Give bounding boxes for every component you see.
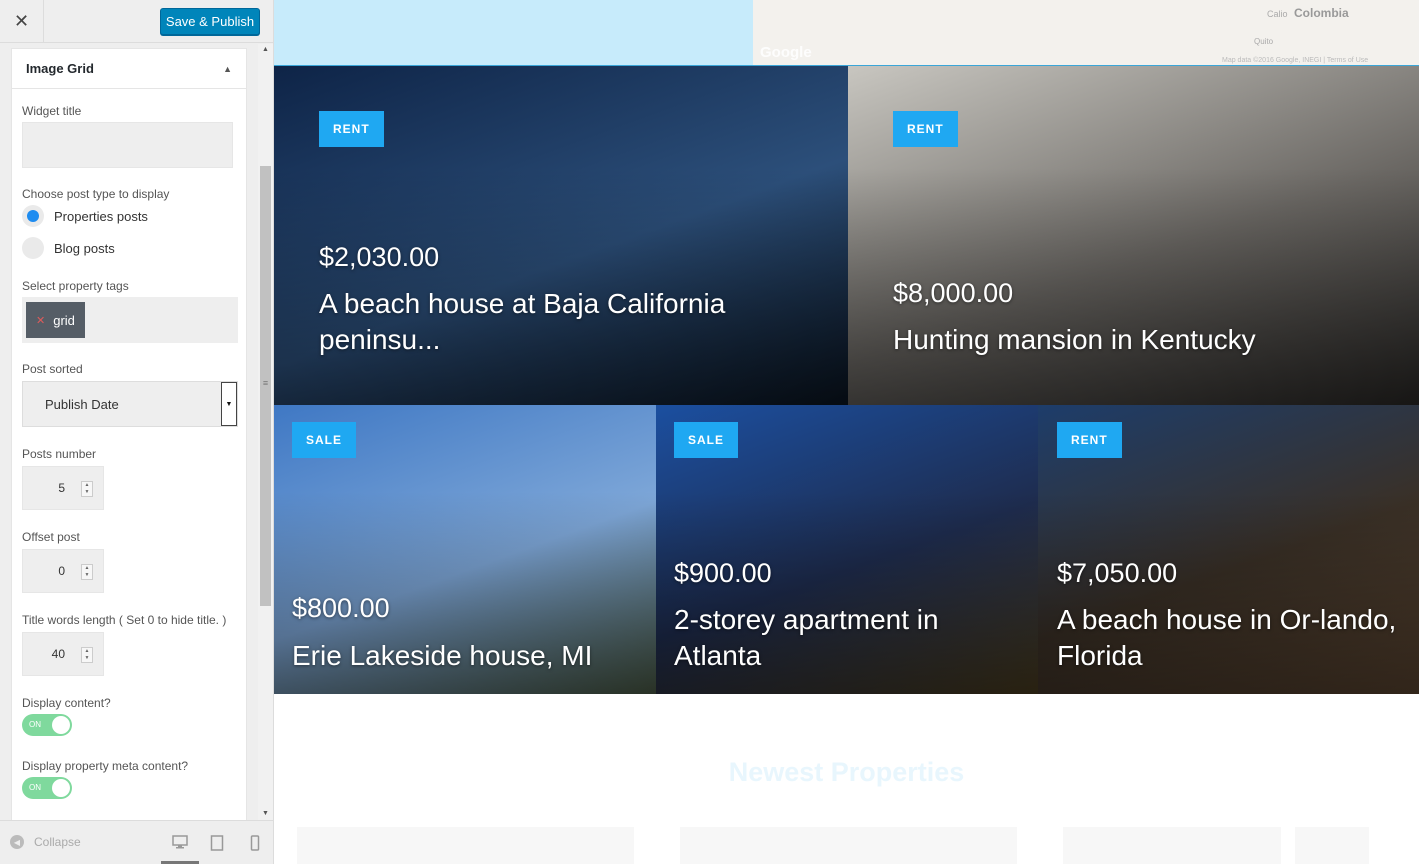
spinner-icon[interactable]: ▲ ▼ [81,481,93,497]
title-words-stepper[interactable]: 40 ▲ ▼ [22,632,104,676]
tablet-preview-icon[interactable] [208,835,226,851]
display-content-label: Display content? [22,696,111,710]
radio-label: Properties posts [54,208,148,224]
status-badge: RENT [1057,422,1122,458]
radio-unselected-icon[interactable] [22,237,44,259]
property-price: $8,000.00 [893,278,1014,308]
property-price: $800.00 [292,593,390,623]
offset-post-label: Offset post [22,530,80,544]
property-title[interactable]: Hunting mansion in Kentucky [893,322,1393,358]
status-badge: RENT [893,111,958,147]
collapse-label: Collapse [34,835,81,849]
save-publish-button[interactable]: Save & Publish [160,8,260,35]
offset-post-stepper[interactable]: 0 ▲ ▼ [22,549,104,593]
radio-label: Blog posts [54,240,115,256]
google-logo: Google [760,44,812,61]
faded-property-card[interactable] [680,827,1017,864]
chevron-down-icon[interactable]: ▼ [221,382,237,426]
toggle-state: ON [29,720,41,729]
faded-property-card[interactable] [1063,827,1281,864]
status-badge: SALE [292,422,357,458]
customizer-sidebar: ✕ Save & Publish Image Grid ▲ Widget tit… [0,0,274,864]
property-card[interactable]: RENT $8,000.00 Hunting mansion in Kentuc… [848,66,1419,405]
site-preview: Google Calio Colombia Quito Map data ©20… [274,0,1419,864]
post-type-label: Choose post type to display [22,187,170,201]
post-sorted-select[interactable]: Publish Date ▼ [22,381,238,427]
radio-blog-posts[interactable]: Blog posts [22,237,115,259]
widget-title-label: Widget title [22,104,82,118]
display-meta-toggle[interactable]: ON [22,777,72,799]
property-price: $900.00 [674,558,772,588]
toggle-state: ON [29,783,41,792]
map-water [274,0,753,65]
spinner-icon[interactable]: ▲ ▼ [81,564,93,580]
post-sorted-value: Publish Date [45,397,119,412]
status-badge: SALE [674,422,739,458]
posts-number-value: 5 [58,481,65,495]
map-copyright[interactable]: Map data ©2016 Google, INEGI | Terms of … [1222,57,1368,64]
desktop-preview-icon[interactable] [171,835,189,851]
close-icon[interactable]: ✕ [0,0,44,43]
tag-chip: ✕ grid [26,302,85,338]
posts-number-stepper[interactable]: 5 ▲ ▼ [22,466,104,510]
scroll-down-icon[interactable]: ▼ [258,808,273,820]
post-sorted-label: Post sorted [22,362,83,376]
title-words-label: Title words length ( Set 0 to hide title… [22,613,227,627]
grip-icon: ≡ [262,378,269,388]
sidebar-header: ✕ Save & Publish [0,0,273,43]
scroll-up-icon[interactable]: ▲ [258,44,273,56]
property-tags-input[interactable]: ✕ grid [22,297,238,343]
property-tags-label: Select property tags [22,279,129,293]
widget-header[interactable]: Image Grid ▲ [12,49,246,89]
map[interactable]: Google Calio Colombia Quito Map data ©20… [274,0,1419,66]
collapse-arrow-icon[interactable]: ▲ [223,64,232,74]
property-card[interactable]: RENT $2,030.00 A beach house at Baja Cal… [274,66,848,405]
property-card[interactable]: SALE $900.00 2-storey apartment in Atlan… [656,405,1038,694]
widget-title-input[interactable] [22,122,233,168]
widget-name: Image Grid [26,61,94,76]
property-card[interactable]: SALE $800.00 Erie Lakeside house, MI [274,405,656,694]
map-country-label: Colombia [1294,6,1349,20]
collapse-icon: ◀ [10,835,24,849]
property-title[interactable]: A beach house in Or-lando, Florida [1057,602,1402,674]
property-price: $7,050.00 [1057,558,1178,588]
spinner-icon[interactable]: ▲ ▼ [81,647,93,663]
mobile-preview-icon[interactable] [246,835,264,851]
posts-number-label: Posts number [22,447,97,461]
toggle-knob [52,779,70,797]
sidebar-scrollbar[interactable]: ▲ ≡ ▼ [258,44,273,820]
offset-post-value: 0 [58,564,65,578]
property-title[interactable]: 2-storey apartment in Atlanta [674,602,1014,674]
image-grid-widget: Image Grid ▲ Widget title Choose post ty… [11,48,247,820]
property-card[interactable]: RENT $7,050.00 A beach house in Or-lando… [1038,405,1419,694]
collapse-button[interactable]: ◀ Collapse [10,835,81,849]
display-content-toggle[interactable]: ON [22,714,72,736]
property-title[interactable]: A beach house at Baja California peninsu… [319,286,819,358]
property-title[interactable]: Erie Lakeside house, MI [292,638,642,674]
map-city-label: Calio [1267,9,1288,19]
map-city-label: Quito [1254,37,1274,46]
title-words-value: 40 [51,647,65,661]
radio-selected-icon[interactable] [22,205,44,227]
status-badge: RENT [319,111,384,147]
sidebar-scroll-area[interactable]: Image Grid ▲ Widget title Choose post ty… [0,44,258,820]
sidebar-footer: ◀ Collapse [0,820,273,864]
toggle-knob [52,716,70,734]
radio-properties-posts[interactable]: Properties posts [22,205,148,227]
section-title: Newest Properties [728,757,965,787]
tag-label: grid [53,312,75,328]
faded-property-card[interactable] [1295,827,1369,864]
remove-tag-icon[interactable]: ✕ [36,314,45,327]
property-price: $2,030.00 [319,242,440,272]
display-meta-label: Display property meta content? [22,759,189,773]
faded-property-card[interactable] [297,827,634,864]
